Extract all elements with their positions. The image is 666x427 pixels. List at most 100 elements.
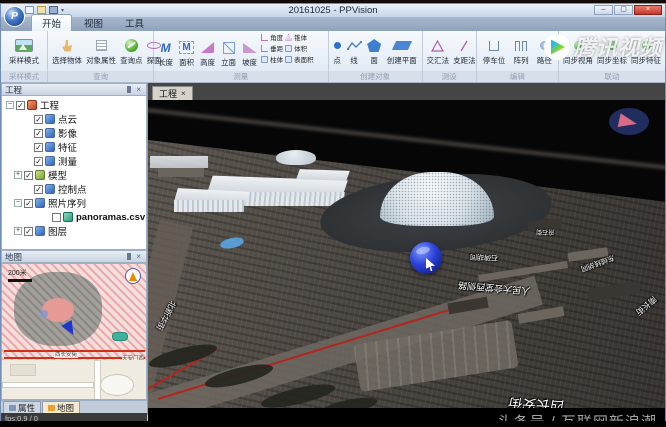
- minimize-button[interactable]: –: [594, 5, 613, 15]
- map-panel-header: 地图 ×: [1, 250, 147, 263]
- slope-button[interactable]: 坡度: [240, 39, 259, 68]
- window-controls: – ▢ ×: [594, 5, 662, 15]
- array-button[interactable]: 阵列: [512, 37, 531, 66]
- mini-map[interactable]: 西长安街 天安门西 200米: [1, 263, 147, 400]
- map-compass-icon[interactable]: [125, 268, 141, 284]
- pin-icon[interactable]: [127, 86, 131, 93]
- intersection-method-button[interactable]: 交汇法: [425, 37, 452, 66]
- tree-row-measure[interactable]: ✓ 测量: [2, 154, 146, 168]
- elevation-button[interactable]: 立面: [219, 39, 238, 68]
- parking-icon: [489, 41, 499, 51]
- length-button[interactable]: M 长度: [156, 39, 175, 68]
- array-icon: [515, 41, 527, 51]
- map-panel-title: 地图: [5, 251, 22, 263]
- checkbox[interactable]: ✓: [24, 227, 33, 236]
- cylinder-button[interactable]: 柱体: [261, 54, 283, 64]
- tree-label: 测量: [58, 154, 77, 168]
- map-pink-ellipse: [42, 298, 74, 322]
- select-object-button[interactable]: 选择物体: [50, 37, 84, 66]
- slash-icon: [459, 40, 469, 52]
- checkbox[interactable]: ✓: [34, 143, 43, 152]
- tab-properties[interactable]: 属性: [3, 401, 41, 413]
- checkbox[interactable]: ✓: [34, 129, 43, 138]
- tree-row-controlpoints[interactable]: ✓ 控制点: [2, 182, 146, 196]
- tab-map[interactable]: 地图: [42, 401, 80, 413]
- tab-view[interactable]: 视图: [74, 15, 113, 31]
- tree-row-imagery[interactable]: ✓ 影像: [2, 126, 146, 140]
- checkbox[interactable]: ✓: [24, 199, 33, 208]
- tree-row-root[interactable]: − ✓ 工程: [2, 98, 146, 112]
- map-scale: 200米: [8, 268, 32, 282]
- tree-row-layers[interactable]: + ✓ 图层: [2, 224, 146, 238]
- cone-button[interactable]: 锥体: [285, 32, 314, 42]
- object-properties-button[interactable]: 对象属性: [84, 37, 118, 66]
- hand-select-icon: [62, 40, 72, 52]
- height-button[interactable]: 高度: [198, 39, 217, 68]
- tree-row-features[interactable]: ✓ 特征: [2, 140, 146, 154]
- close-button[interactable]: ×: [634, 5, 662, 15]
- expander-icon[interactable]: +: [14, 171, 22, 179]
- checkbox[interactable]: ✓: [16, 101, 25, 110]
- view-compass-indicator[interactable]: [609, 108, 649, 135]
- street-label: 西长安街: [506, 394, 566, 408]
- project-panel-close-icon[interactable]: ×: [134, 85, 143, 94]
- surface-area-button[interactable]: 表面积: [285, 54, 314, 64]
- checkbox[interactable]: [52, 213, 61, 222]
- expander-icon[interactable]: −: [6, 101, 14, 109]
- vertical-distance-button[interactable]: 垂距: [261, 43, 283, 53]
- tree-row-panoramas[interactable]: panoramas.csv: [2, 210, 146, 224]
- volume-button[interactable]: 体积: [285, 43, 314, 53]
- map-road-horizontal: [2, 382, 94, 388]
- measure-node-icon: [45, 156, 55, 166]
- tab-tools[interactable]: 工具: [115, 15, 154, 31]
- save-icon[interactable]: [49, 6, 58, 14]
- sampling-mode-button[interactable]: 采样模式: [7, 37, 41, 66]
- area-button[interactable]: M 面积: [177, 39, 196, 68]
- tab-start[interactable]: 开始: [31, 14, 72, 31]
- open-file-icon[interactable]: [37, 6, 46, 14]
- maximize-button[interactable]: ▢: [614, 5, 633, 15]
- tree-label: 控制点: [58, 182, 87, 196]
- angle-button[interactable]: 角度: [261, 32, 283, 42]
- map-tab-icon: [48, 405, 55, 411]
- model-node-icon: [35, 170, 45, 180]
- tree-row-photosequence[interactable]: − ✓ 照片序列: [2, 196, 146, 210]
- pentagon-icon: [367, 39, 381, 52]
- project-tree: − ✓ 工程 ✓ 点云 ✓ 影像: [1, 96, 147, 250]
- checkbox[interactable]: ✓: [34, 115, 43, 124]
- app-logo-orb[interactable]: P: [4, 6, 25, 27]
- map-road-vertical: [94, 360, 101, 400]
- checkbox[interactable]: ✓: [24, 171, 33, 180]
- expander-icon[interactable]: −: [14, 199, 22, 207]
- pointcloud-node-icon: [45, 114, 55, 124]
- offset-method-button[interactable]: 支距法: [451, 37, 478, 66]
- query-point-button[interactable]: 查询点: [118, 37, 145, 66]
- volume-icon: [285, 45, 292, 52]
- tree-row-pointcloud[interactable]: ✓ 点云: [2, 112, 146, 126]
- viewport-3d[interactable]: 西长安街 人民大会堂西侧路 石碑胡同 东绒线胡同 南长街 北新华街 府右街: [148, 100, 665, 408]
- pin-icon[interactable]: [127, 253, 131, 260]
- sampling-mode-icon: [15, 39, 33, 52]
- document-tab-close-icon[interactable]: ×: [181, 89, 186, 98]
- tencent-play-icon: [544, 34, 570, 60]
- new-file-icon[interactable]: [25, 6, 34, 14]
- tree-row-model[interactable]: + ✓ 模型: [2, 168, 146, 182]
- height-triangle-icon: [201, 42, 214, 53]
- parking-space-button[interactable]: 停车位: [481, 37, 508, 66]
- qat-dropdown-icon[interactable]: ▾: [61, 7, 64, 14]
- map-panel-close-icon[interactable]: ×: [134, 252, 143, 261]
- create-line-button[interactable]: 线: [345, 37, 364, 66]
- tree-label: 点云: [58, 112, 77, 126]
- area-icon: M: [179, 41, 193, 54]
- surface-area-icon: [285, 56, 292, 63]
- tencent-watermark-text: 腾讯视频: [574, 32, 662, 62]
- checkbox[interactable]: ✓: [34, 185, 43, 194]
- main-area: 工程 ×: [148, 83, 665, 421]
- checkbox[interactable]: ✓: [34, 157, 43, 166]
- tencent-watermark: 腾讯视频: [544, 32, 662, 62]
- create-surface-button[interactable]: 面: [365, 37, 383, 66]
- create-plane-button[interactable]: 创建平面: [385, 37, 419, 66]
- create-point-button[interactable]: 点: [331, 37, 343, 66]
- expander-icon[interactable]: +: [14, 227, 22, 235]
- document-tab-project[interactable]: 工程 ×: [152, 86, 193, 100]
